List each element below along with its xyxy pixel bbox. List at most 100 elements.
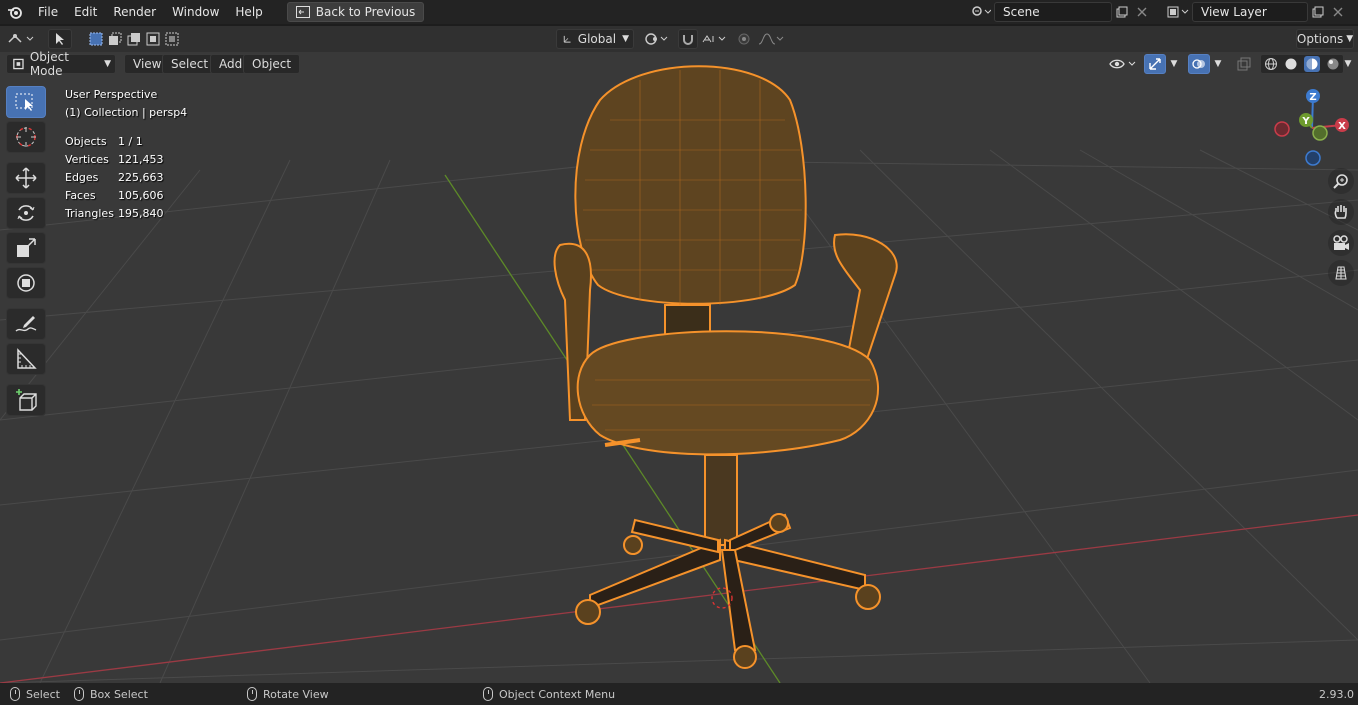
stat-row: Faces 105,606 <box>65 187 187 205</box>
material-shading-icon[interactable] <box>1304 56 1320 72</box>
status-rotate-label: Rotate View <box>263 687 329 701</box>
solid-shading-icon[interactable] <box>1284 57 1298 71</box>
viewport-header: Object Mode ▼ View Select Add Object ▼ ▼… <box>0 50 1358 78</box>
view-layer-name-field[interactable]: View Layer <box>1192 2 1308 22</box>
top-bar: File Edit Render Window Help Back to Pre… <box>0 0 1358 24</box>
wireframe-shading-icon[interactable] <box>1264 57 1278 71</box>
rotate-tool[interactable] <box>6 197 46 229</box>
select-intersect-icon[interactable] <box>164 31 180 47</box>
menu-window[interactable]: Window <box>164 0 227 24</box>
chevron-down-icon: ▼ <box>104 59 111 69</box>
rotate-icon <box>17 205 35 221</box>
back-button-label: Back to Previous <box>315 5 416 19</box>
grid-floor <box>0 65 1358 683</box>
add-cube-tool[interactable] <box>6 384 46 416</box>
status-select-label: Select <box>26 687 60 701</box>
mode-label: Object Mode <box>29 50 69 78</box>
editor-type-icon[interactable] <box>6 29 38 49</box>
transform-icon <box>17 274 35 292</box>
cursor-tool[interactable] <box>6 121 46 153</box>
object-mode-icon <box>13 58 24 70</box>
options-dropdown[interactable]: Options ▼ <box>1296 29 1354 49</box>
status-box-select-hint: Box Select <box>74 687 148 701</box>
visibility-eye-icon[interactable] <box>1108 54 1140 74</box>
navigation-gizmo[interactable]: Z X Y <box>1268 86 1354 166</box>
toggle-ortho-grid-icon[interactable] <box>1328 260 1354 286</box>
delete-scene-icon[interactable] <box>1132 2 1152 22</box>
select-box-tool[interactable] <box>6 86 46 118</box>
delete-view-layer-icon[interactable] <box>1328 2 1348 22</box>
select-subtract-icon[interactable] <box>126 31 142 47</box>
chevron-down-icon[interactable]: ▼ <box>1166 54 1182 74</box>
xray-toggle-icon[interactable] <box>1234 54 1254 74</box>
neg-x-axis-handle[interactable] <box>1274 121 1290 137</box>
z-axis-label: Z <box>1309 92 1316 103</box>
stat-value: 121,453 <box>118 153 164 166</box>
status-context-label: Object Context Menu <box>499 687 616 701</box>
back-icon <box>295 6 310 18</box>
office-chair-object[interactable] <box>553 65 898 669</box>
scene-icon[interactable] <box>968 2 994 22</box>
proportional-edit-icon[interactable] <box>734 29 754 49</box>
pivot-point-icon[interactable] <box>642 29 672 49</box>
status-context-hint: Object Context Menu <box>483 687 615 701</box>
rendered-shading-icon[interactable] <box>1326 57 1340 71</box>
menu-select[interactable]: Select <box>162 54 218 74</box>
mouse-middle-icon <box>247 687 257 701</box>
menu-object[interactable]: Object <box>243 54 301 74</box>
menu-file[interactable]: File <box>30 0 66 24</box>
transform-orientation-dropdown[interactable]: Global ▼ <box>556 29 634 49</box>
move-tool[interactable] <box>6 162 46 194</box>
measure-icon <box>17 348 37 369</box>
menu-help[interactable]: Help <box>227 0 270 24</box>
scale-tool[interactable] <box>6 232 46 264</box>
menu-render[interactable]: Render <box>105 0 164 24</box>
blender-logo-icon[interactable] <box>0 0 30 24</box>
chevron-down-icon[interactable]: ▼ <box>1340 54 1356 74</box>
cursor-icon <box>16 127 36 147</box>
zoom-icon[interactable] <box>1328 168 1354 194</box>
falloff-icon[interactable] <box>756 29 786 49</box>
menu-edit[interactable]: Edit <box>66 0 105 24</box>
new-view-layer-icon[interactable] <box>1308 2 1328 22</box>
chevron-down-icon[interactable]: ▼ <box>1210 54 1226 74</box>
gizmo-toggle-icon[interactable] <box>1144 54 1166 74</box>
stat-row: Triangles 195,840 <box>65 205 187 223</box>
stat-value: 105,606 <box>118 189 164 202</box>
measure-tool[interactable] <box>6 343 46 375</box>
pan-hand-icon[interactable] <box>1328 199 1354 225</box>
mouse-left-icon <box>10 687 20 701</box>
snap-target-icon[interactable] <box>700 29 730 49</box>
select-extend-icon[interactable] <box>107 31 123 47</box>
overlay-toggle-icon[interactable] <box>1188 54 1210 74</box>
select-mode-tweak-icon[interactable] <box>48 29 72 49</box>
status-rotate-hint: Rotate View <box>247 687 329 701</box>
stat-key: Faces <box>65 189 96 202</box>
select-box-icon <box>15 93 33 111</box>
3d-viewport[interactable]: User Perspective (1) Collection | persp4… <box>0 52 1358 683</box>
stat-key: Triangles <box>65 207 114 220</box>
stat-key: Edges <box>65 171 99 184</box>
stat-value: 1 / 1 <box>118 135 143 148</box>
snap-toggle-icon[interactable] <box>678 29 698 49</box>
viewport-stats-overlay: User Perspective (1) Collection | persp4… <box>65 86 187 223</box>
neg-y-axis-handle[interactable] <box>1312 125 1328 141</box>
transform-tool[interactable] <box>6 267 46 299</box>
neg-z-axis-handle[interactable] <box>1305 150 1321 166</box>
stat-row: Edges 225,663 <box>65 169 187 187</box>
stat-value: 225,663 <box>118 171 164 184</box>
select-invert-icon[interactable] <box>145 31 161 47</box>
select-new-icon[interactable] <box>88 31 104 47</box>
version-label: 2.93.0 <box>1319 687 1354 701</box>
scene-name-field[interactable]: Scene <box>994 2 1112 22</box>
shading-mode-group <box>1260 54 1344 74</box>
camera-view-icon[interactable] <box>1328 230 1354 256</box>
back-to-previous-button[interactable]: Back to Previous <box>286 2 425 22</box>
new-scene-icon[interactable] <box>1112 2 1132 22</box>
transform-orientation-label: Global <box>577 32 617 46</box>
view-layer-icon[interactable] <box>1166 2 1192 22</box>
mode-dropdown[interactable]: Object Mode ▼ <box>6 50 116 78</box>
annotate-tool[interactable] <box>6 308 46 340</box>
chevron-down-icon: ▼ <box>622 34 629 44</box>
scale-icon <box>17 238 36 257</box>
